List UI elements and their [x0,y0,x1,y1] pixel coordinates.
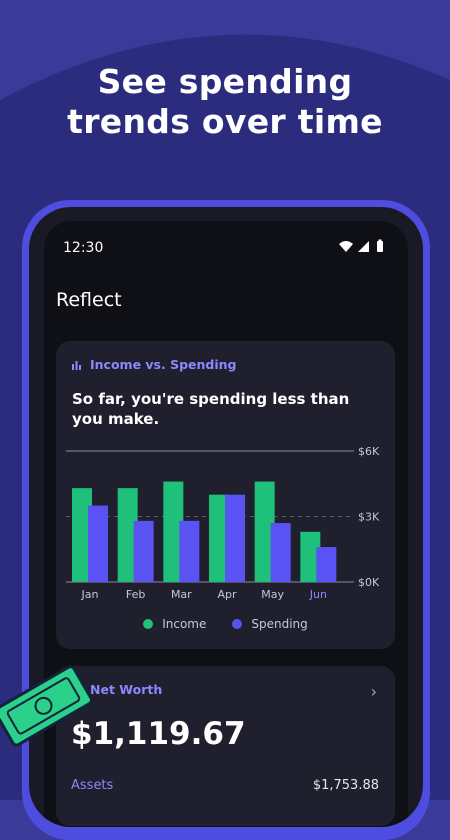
spending-bar [179,520,200,582]
money-bill-icon [0,665,94,747]
promo-headline: See spending trends over time [0,62,450,142]
spending-bar [133,520,154,582]
chart-legend: Income Spending [56,617,395,631]
y-tick-label: $3K [358,511,380,524]
legend-label-spending: Spending [251,617,308,631]
legend-item-spending: Spending [232,617,308,631]
net-worth-card[interactable]: Net Worth › $1,119.67 Assets $1,753.88 [56,666,395,826]
legend-label-income: Income [162,617,207,631]
y-tick-label: $0K [358,576,380,589]
legend-item-income: Income [143,617,206,631]
income-spending-chart: $0K $3K $6K Jan Feb Mar Apr May Jun [66,445,380,601]
status-time: 12:30 [63,240,104,256]
x-tick-label: Mar [171,588,192,601]
status-icons [339,239,383,252]
x-tick-label: Jun [309,588,327,601]
wifi-icon [339,241,353,252]
x-tick-label: Feb [126,588,145,601]
spending-bar [225,494,245,582]
assets-label: Assets [71,778,114,793]
x-tick-label: Jan [81,588,99,601]
spending-bar [316,547,337,582]
headline-line-1: See spending [97,62,353,101]
headline-line-2: trends over time [67,102,383,141]
assets-value: $1,753.88 [312,778,379,793]
legend-dot-spending [232,619,243,629]
x-tick-label: May [261,588,284,601]
spending-bar [88,505,108,582]
page-title: Reflect [56,289,122,311]
legend-dot-income [143,619,154,629]
y-tick-label: $6K [358,445,380,458]
battery-icon [377,241,383,252]
x-tick-label: Apr [217,588,237,601]
income-vs-spending-card[interactable]: Income vs. Spending So far, you're spend… [56,341,395,649]
signal-icon [358,241,369,252]
spending-bar [270,523,291,582]
net-worth-heading-label: Net Worth [90,682,163,697]
chevron-right-icon[interactable]: › [371,682,377,701]
